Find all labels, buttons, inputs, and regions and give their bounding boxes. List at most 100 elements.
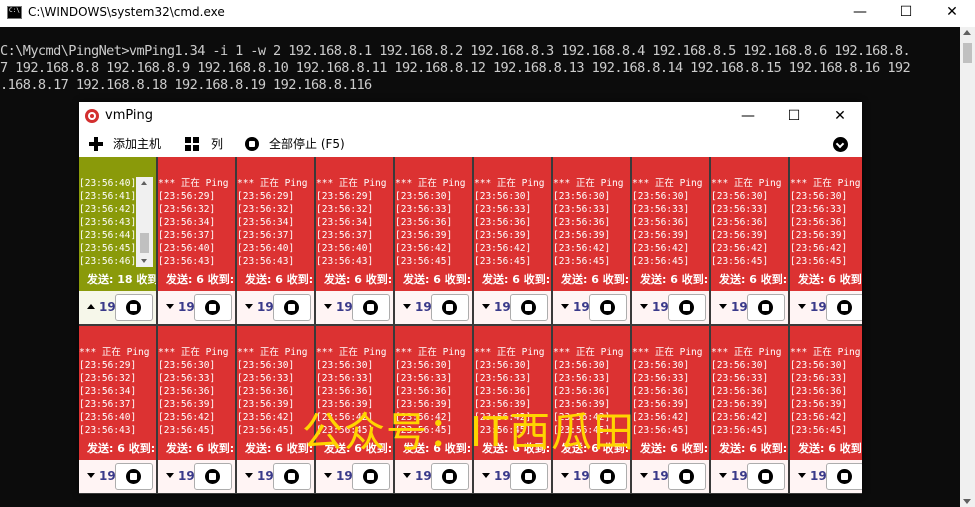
ping-log[interactable]: *** 正在 Ping [23:56:30] [23:56:33] [23:56… [632,326,709,438]
ping-log[interactable]: *** 正在 Ping [23:56:30] [23:56:33] [23:56… [790,157,862,269]
scroll-up-icon[interactable] [963,30,971,35]
chevron-up-icon[interactable] [87,304,95,309]
log-scrollbar[interactable] [136,177,153,267]
ping-log[interactable]: *** 正在 Ping [23:56:30] [23:56:33] [23:56… [632,157,709,269]
ping-log[interactable]: *** 正在 Ping [23:56:30] [23:56:33] [23:56… [474,157,551,269]
host-address-input[interactable]: 19 [810,300,827,314]
host-address-input[interactable]: 19 [494,300,511,314]
vmping-minimize-button[interactable]: — [725,102,771,130]
stop-ping-button[interactable] [352,463,390,490]
host-address-input[interactable]: 19 [99,469,116,483]
stop-ping-button[interactable] [431,463,469,490]
chevron-down-icon[interactable] [403,304,411,309]
host-address-input[interactable]: 19 [731,469,748,483]
host-address-input[interactable]: 19 [257,469,274,483]
stop-ping-button[interactable] [668,294,706,321]
vmping-close-button[interactable]: ✕ [817,102,862,130]
host-input-bar: 19 [553,460,630,493]
chevron-down-icon[interactable] [87,473,95,478]
host-address-input[interactable]: 19 [652,300,669,314]
chevron-down-icon[interactable] [482,473,490,478]
ping-log[interactable]: *** 正在 Ping [23:56:30] [23:56:33] [23:56… [711,157,788,269]
host-address-input[interactable]: 19 [178,469,195,483]
stop-ping-button[interactable] [589,294,627,321]
cmd-maximize-button[interactable]: ☐ [883,0,929,27]
chevron-down-icon[interactable] [403,473,411,478]
chevron-down-icon[interactable] [719,473,727,478]
host-address-input[interactable]: 19 [99,300,116,314]
host-address-input[interactable]: 19 [257,300,274,314]
host-address-input[interactable]: 19 [810,469,827,483]
host-address-input[interactable]: 19 [336,469,353,483]
chevron-down-icon[interactable] [561,473,569,478]
host-address-input[interactable]: 19 [731,300,748,314]
stop-ping-button[interactable] [589,463,627,490]
stop-all-button[interactable]: 全部停止 (F5) [245,130,345,157]
stop-ping-button[interactable] [352,294,390,321]
host-address-input[interactable]: 19 [573,469,590,483]
cmd-close-button[interactable]: ✕ [929,0,975,27]
chevron-down-icon[interactable] [324,304,332,309]
stop-icon [126,300,141,315]
ping-stats: 发送: 6 收到: [395,269,472,291]
scroll-up-icon[interactable] [141,181,147,185]
stop-ping-button[interactable] [747,463,785,490]
chevron-down-icon[interactable] [640,473,648,478]
scroll-thumb[interactable] [140,233,149,253]
chevron-down-icon[interactable] [166,473,174,478]
cmd-minimize-button[interactable]: — [837,0,883,27]
ping-log[interactable]: *** 正在 Ping [23:56:29] [23:56:32] [23:56… [316,157,393,269]
chevron-down-icon[interactable] [798,304,806,309]
ping-log[interactable]: *** 正在 Ping [23:56:30] [23:56:33] [23:56… [158,326,235,438]
host-address-input[interactable]: 19 [178,300,195,314]
chevron-down-icon[interactable] [324,473,332,478]
stop-ping-button[interactable] [747,294,785,321]
host-address-input[interactable]: 19 [415,469,432,483]
ping-log[interactable]: *** 正在 Ping [23:56:30] [23:56:33] [23:56… [553,157,630,269]
ping-log[interactable]: *** 正在 Ping [23:56:29] [23:56:32] [23:56… [79,326,156,438]
stop-ping-button[interactable] [826,463,862,490]
host-address-input[interactable]: 19 [336,300,353,314]
ping-log[interactable]: *** 正在 Ping [23:56:30] [23:56:33] [23:56… [711,326,788,438]
cmd-scrollbar[interactable] [960,27,975,507]
ping-stats: 发送: 6 收到: [790,438,862,460]
scroll-down-icon[interactable] [141,259,147,263]
stop-ping-button[interactable] [194,463,232,490]
ping-log[interactable]: *** 正在 Ping [23:56:29] [23:56:32] [23:56… [237,157,314,269]
ping-log[interactable]: *** 正在 Ping [23:56:30] [23:56:33] [23:56… [790,326,862,438]
chevron-down-icon[interactable] [640,304,648,309]
stop-ping-button[interactable] [273,463,311,490]
ping-log[interactable]: *** 正在 Ping [23:56:30] [23:56:33] [23:56… [395,157,472,269]
stop-ping-button[interactable] [115,463,153,490]
host-address-input[interactable]: 19 [573,300,590,314]
chevron-down-icon[interactable] [719,304,727,309]
stop-ping-button[interactable] [668,463,706,490]
stop-ping-button[interactable] [194,294,232,321]
chevron-down-icon[interactable] [561,304,569,309]
stop-ping-button[interactable] [115,294,153,321]
stop-ping-button[interactable] [510,294,548,321]
host-address-input[interactable]: 19 [494,469,511,483]
ping-log-text: *** 正在 Ping [23:56:30] [23:56:33] [23:56… [395,178,466,267]
stop-icon [837,300,852,315]
stop-ping-button[interactable] [510,463,548,490]
stop-ping-button[interactable] [431,294,469,321]
vmping-maximize-button[interactable]: ☐ [771,102,817,130]
host-address-input[interactable]: 19 [652,469,669,483]
chevron-down-icon[interactable] [166,304,174,309]
ping-log[interactable]: *** 正在 Ping [23:56:29] [23:56:32] [23:56… [158,157,235,269]
scroll-thumb[interactable] [963,43,972,63]
host-address-input[interactable]: 19 [415,300,432,314]
chevron-down-icon[interactable] [245,473,253,478]
chevron-down-icon[interactable] [245,304,253,309]
ping-log[interactable]: [23:56:40] [23:56:41] [23:56:42] [23:56:… [79,157,156,269]
chevron-down-icon[interactable] [798,473,806,478]
columns-button[interactable]: 列 [185,130,223,157]
ping-log-text: *** 正在 Ping [23:56:30] [23:56:33] [23:56… [711,347,782,436]
chevron-down-icon[interactable] [833,137,848,152]
stop-ping-button[interactable] [273,294,311,321]
add-host-button[interactable]: 添加主机 [89,130,161,157]
chevron-down-icon[interactable] [482,304,490,309]
stop-ping-button[interactable] [826,294,862,321]
scroll-down-icon[interactable] [963,499,971,504]
